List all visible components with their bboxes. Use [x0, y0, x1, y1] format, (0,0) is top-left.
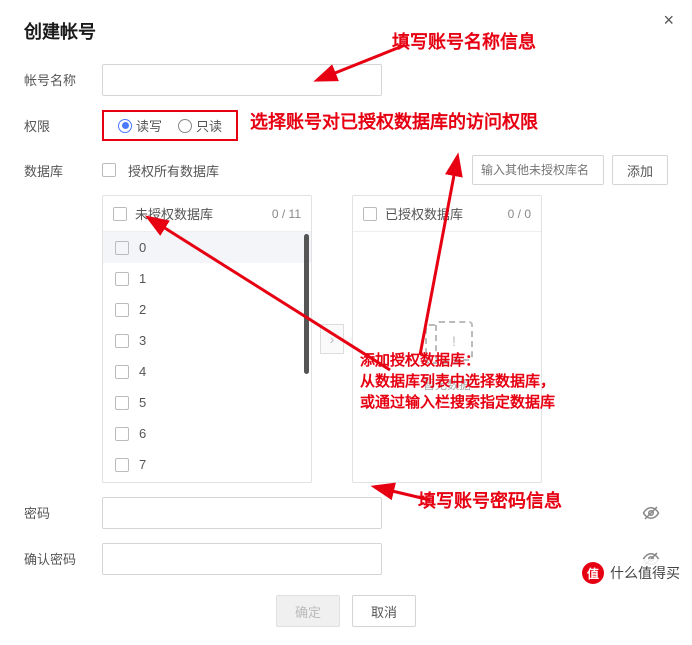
password-input[interactable] — [102, 497, 382, 529]
radio-readonly[interactable]: 只读 — [178, 116, 222, 135]
item-label: 0 — [139, 240, 146, 255]
database-label: 数据库 — [24, 155, 102, 180]
eye-off-icon[interactable] — [642, 504, 660, 527]
permission-group: 读写 只读 — [102, 110, 238, 141]
confirm-password-input[interactable] — [102, 543, 382, 575]
list-item[interactable]: 2 — [103, 294, 311, 325]
item-label: 6 — [139, 426, 146, 441]
list-item[interactable]: 1 — [103, 263, 311, 294]
authorize-all-label: 授权所有数据库 — [128, 161, 219, 180]
authorize-all-checkbox[interactable] — [102, 163, 116, 177]
transfer-right-button[interactable]: › — [320, 324, 344, 354]
password-row: 密码 — [24, 497, 668, 529]
list-item[interactable]: 4 — [103, 356, 311, 387]
authorized-count: 0 / 0 — [508, 207, 531, 221]
db-search-input[interactable] — [472, 155, 604, 185]
item-checkbox[interactable] — [115, 241, 129, 255]
unauthorized-panel: 未授权数据库 0 / 11 0 1 2 3 4 5 6 7 — [102, 195, 312, 483]
add-button[interactable]: 添加 — [612, 155, 668, 185]
account-name-row: 帐号名称 — [24, 64, 668, 96]
item-label: 5 — [139, 395, 146, 410]
item-checkbox[interactable] — [115, 272, 129, 286]
item-label: 1 — [139, 271, 146, 286]
empty-text: 暂无数据 — [423, 376, 471, 393]
item-checkbox[interactable] — [115, 396, 129, 410]
footer: 确定 取消 — [24, 589, 668, 627]
authorized-title: 已授权数据库 — [385, 204, 463, 223]
radio-icon — [118, 119, 132, 133]
unauthorized-count: 0 / 11 — [272, 207, 301, 221]
item-checkbox[interactable] — [115, 458, 129, 472]
radio-readwrite[interactable]: 读写 — [118, 116, 162, 135]
authorized-panel: 已授权数据库 0 / 0 ! 暂无数据 — [352, 195, 542, 483]
create-account-modal: × 创建帐号 帐号名称 权限 读写 只读 数据库 授权所有数据库 — [0, 0, 692, 645]
scrollbar[interactable] — [304, 234, 309, 374]
item-label: 7 — [139, 457, 146, 472]
list-item[interactable]: 0 — [103, 232, 311, 263]
watermark-badge: 值 — [582, 562, 604, 584]
item-label: 4 — [139, 364, 146, 379]
item-checkbox[interactable] — [115, 334, 129, 348]
list-item[interactable]: 6 — [103, 418, 311, 449]
watermark-text: 什么值得买 — [610, 563, 680, 583]
radio-icon — [178, 119, 192, 133]
account-name-input[interactable] — [102, 64, 382, 96]
unauthorized-header: 未授权数据库 0 / 11 — [103, 196, 311, 232]
item-checkbox[interactable] — [115, 365, 129, 379]
permission-row: 权限 读写 只读 — [24, 110, 668, 141]
item-label: 2 — [139, 302, 146, 317]
watermark: 值 什么值得买 — [576, 559, 686, 587]
authorized-header: 已授权数据库 0 / 0 — [353, 196, 541, 232]
close-icon[interactable]: × — [663, 10, 674, 31]
radio-readwrite-label: 读写 — [136, 116, 162, 135]
unauthorized-title: 未授权数据库 — [135, 204, 213, 223]
list-item[interactable]: 5 — [103, 387, 311, 418]
item-checkbox[interactable] — [115, 303, 129, 317]
unauthorized-list[interactable]: 0 1 2 3 4 5 6 7 — [103, 232, 311, 482]
modal-title: 创建帐号 — [24, 18, 668, 44]
ok-button[interactable]: 确定 — [276, 595, 340, 627]
item-checkbox[interactable] — [115, 427, 129, 441]
list-item[interactable]: 7 — [103, 449, 311, 480]
radio-readonly-label: 只读 — [196, 116, 222, 135]
empty-state: ! 暂无数据 — [353, 232, 541, 482]
confirm-password-label: 确认密码 — [24, 543, 102, 568]
account-name-label: 帐号名称 — [24, 64, 102, 89]
permission-label: 权限 — [24, 110, 102, 135]
confirm-password-row: 确认密码 — [24, 543, 668, 575]
item-label: 3 — [139, 333, 146, 348]
list-item[interactable]: 3 — [103, 325, 311, 356]
database-row: 数据库 授权所有数据库 添加 未授权数据库 0 / 11 — [24, 155, 668, 483]
password-label: 密码 — [24, 497, 102, 522]
empty-icon: ! — [417, 321, 477, 366]
authorized-list: ! 暂无数据 — [353, 232, 541, 482]
select-all-unauth-checkbox[interactable] — [113, 207, 127, 221]
db-transfer: 未授权数据库 0 / 11 0 1 2 3 4 5 6 7 — [102, 195, 668, 483]
select-all-auth-checkbox[interactable] — [363, 207, 377, 221]
db-top-bar: 授权所有数据库 添加 — [102, 155, 668, 185]
cancel-button[interactable]: 取消 — [352, 595, 416, 627]
